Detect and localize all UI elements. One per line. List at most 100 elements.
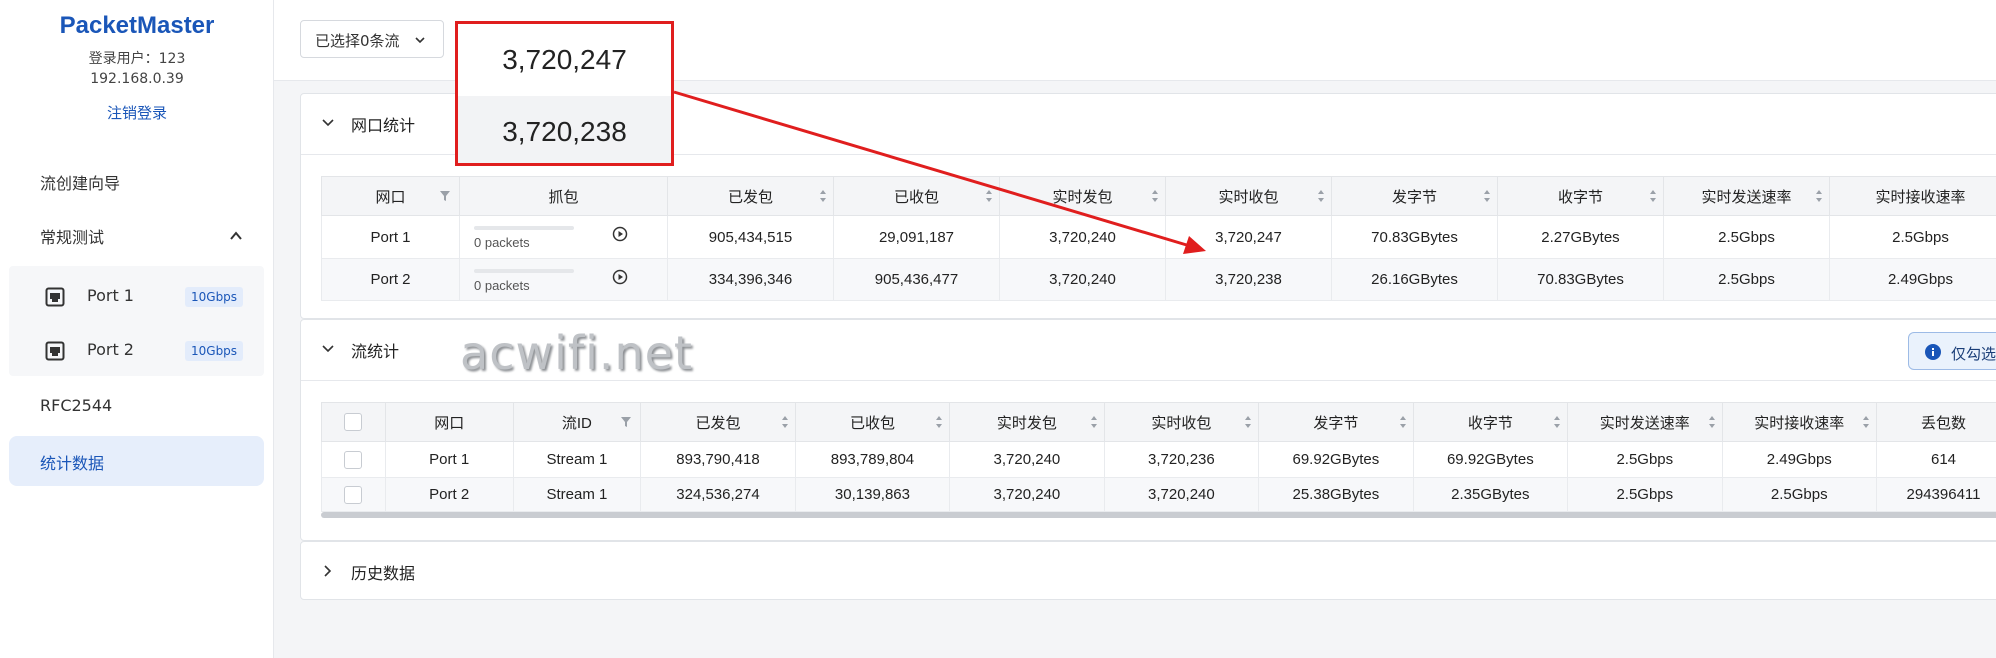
cell-rx-rate: 2.5Gbps [1829, 215, 1996, 259]
cell-rt-sent: 3,720,240 [999, 258, 1166, 301]
column-header-port[interactable]: 网口 [321, 176, 460, 216]
logout-link[interactable]: 注销登录 [0, 102, 274, 123]
column-header-select[interactable] [321, 402, 386, 442]
chevron-down-icon [322, 119, 334, 127]
cell-sent: 905,434,515 [667, 215, 834, 259]
nav-item-wizard[interactable]: 流创建向导 [40, 170, 120, 194]
header-label: 已收包 [893, 188, 939, 206]
flow-select-label: 已选择0条流 [315, 32, 400, 50]
sort-icon[interactable] [1553, 415, 1561, 429]
sort-icon[interactable] [1399, 415, 1407, 429]
cell-sent: 334,396,346 [667, 258, 834, 301]
sort-icon[interactable] [1862, 415, 1870, 429]
cell-sent: 893,790,418 [640, 441, 796, 478]
sort-icon[interactable] [1815, 189, 1823, 203]
filter-icon[interactable] [620, 416, 632, 428]
sort-icon[interactable] [819, 189, 827, 203]
table-row: Port 2 Stream 1 324,536,274 30,139,863 3… [321, 477, 1996, 512]
header-label: 实时接收速率 [1754, 414, 1845, 432]
sort-icon[interactable] [781, 415, 789, 429]
cell-rx-bytes: 2.27GBytes [1497, 215, 1664, 259]
row-checkbox[interactable] [344, 450, 363, 469]
cell-tx-bytes: 26.16GBytes [1331, 258, 1498, 301]
sort-icon[interactable] [1708, 415, 1716, 429]
cell-tx-rate: 2.5Gbps [1663, 215, 1830, 259]
sort-icon[interactable] [935, 415, 943, 429]
column-header-rx-bytes[interactable]: 收字节 [1412, 402, 1569, 442]
header-label: 实时发包 [996, 414, 1057, 432]
history-title: 历史数据 [351, 564, 416, 583]
row-checkbox[interactable] [344, 485, 363, 504]
flow-stats-table: 网口 流ID 已发包 已收包 实时发包 实时收包 发字节 收字节 实时发送速率 … [321, 402, 1996, 512]
play-icon[interactable] [612, 226, 628, 242]
table-row: Port 1 Stream 1 893,790,418 893,789,804 … [321, 441, 1996, 478]
cell-tx-rate: 2.5Gbps [1663, 258, 1830, 301]
column-header-tx-bytes[interactable]: 发字节 [1331, 176, 1498, 216]
table-header-row: 网口 流ID 已发包 已收包 实时发包 实时收包 发字节 收字节 实时发送速率 … [321, 402, 1996, 442]
sort-icon[interactable] [1317, 189, 1325, 203]
nav-item-stats[interactable]: 统计数据 [9, 436, 264, 486]
chevron-right-icon [324, 565, 332, 577]
cell-rx-bytes: 2.35GBytes [1412, 477, 1569, 512]
cell-tx-bytes: 25.38GBytes [1258, 477, 1414, 512]
cell-port: Port 1 [321, 215, 460, 259]
sort-icon[interactable] [1483, 189, 1491, 203]
cell-rx-bytes: 70.83GBytes [1497, 258, 1664, 301]
zoom-value-port-1: 3,720,247 [458, 24, 671, 96]
column-header-rx-bytes[interactable]: 收字节 [1497, 176, 1664, 216]
sort-icon[interactable] [1244, 415, 1252, 429]
sort-icon[interactable] [1151, 189, 1159, 203]
filter-icon[interactable] [439, 190, 451, 202]
column-header-sent[interactable]: 已发包 [640, 402, 796, 442]
capture-count: 0 packets [474, 235, 530, 250]
nav-item-rfc2544[interactable]: RFC2544 [40, 396, 112, 415]
cell-select[interactable] [321, 477, 386, 512]
flow-select-dropdown[interactable]: 已选择0条流 [300, 20, 444, 58]
port-stats-table: 网口 抓包 已发包 已收包 实时发包 实时收包 发字节 收字节 实时发送速率 实… [321, 176, 1996, 301]
column-header-tx-bytes[interactable]: 发字节 [1258, 402, 1414, 442]
nav-group-regular-test[interactable]: 常规测试 [0, 218, 274, 254]
table-header-row: 网口 抓包 已发包 已收包 实时发包 实时收包 发字节 收字节 实时发送速率 实… [321, 176, 1996, 216]
capture-count: 0 packets [474, 278, 530, 293]
sort-icon[interactable] [985, 189, 993, 203]
capture-progress-bar [474, 226, 574, 230]
history-header[interactable]: 历史数据 [301, 542, 1996, 600]
nav-item-port-2[interactable]: Port 2 10Gbps [9, 330, 264, 370]
cell-tx-rate: 2.5Gbps [1567, 441, 1723, 478]
horizontal-scrollbar[interactable] [321, 512, 1996, 518]
cell-recv: 30,139,863 [794, 477, 951, 512]
column-header-stream-id[interactable]: 流ID [512, 402, 642, 442]
header-label: 实时发送速率 [1599, 414, 1690, 432]
column-header-tx-rate[interactable]: 实时发送速率 [1663, 176, 1830, 216]
cell-rx-bytes: 69.92GBytes [1412, 441, 1569, 478]
sort-icon[interactable] [1090, 415, 1098, 429]
column-header-rt-recv[interactable]: 实时收包 [1165, 176, 1332, 216]
column-header-recv[interactable]: 已收包 [794, 402, 951, 442]
header-label: 已发包 [727, 188, 773, 206]
cell-rt-recv: 3,720,236 [1103, 441, 1260, 478]
table-row: Port 2 0 packets 334,396,346 905,436,477… [321, 258, 1996, 301]
cell-stream-id: Stream 1 [512, 477, 642, 512]
column-header-recv[interactable]: 已收包 [833, 176, 1000, 216]
column-header-tx-rate[interactable]: 实时发送速率 [1567, 402, 1723, 442]
sort-icon[interactable] [1649, 189, 1657, 203]
nav-item-port-1[interactable]: Port 1 10Gbps [9, 276, 264, 316]
column-header-rx-rate[interactable]: 实时接收速率 [1829, 176, 1996, 216]
column-header-rt-recv[interactable]: 实时收包 [1103, 402, 1260, 442]
chevron-down-icon [322, 345, 334, 353]
cell-rx-rate: 2.49Gbps [1721, 441, 1878, 478]
speed-badge: 10Gbps [185, 341, 244, 361]
column-header-rx-rate[interactable]: 实时接收速率 [1721, 402, 1878, 442]
cell-stream-id: Stream 1 [512, 441, 642, 478]
select-all-checkbox[interactable] [344, 413, 363, 432]
table-row: Port 1 0 packets 905,434,515 29,091,187 … [321, 215, 1996, 259]
header-label: 发字节 [1391, 188, 1437, 206]
column-header-sent[interactable]: 已发包 [667, 176, 834, 216]
cell-capture: 0 packets [459, 258, 668, 301]
play-icon[interactable] [612, 269, 628, 285]
cell-rt-sent: 3,720,240 [999, 215, 1166, 259]
cell-capture: 0 packets [459, 215, 668, 259]
column-header-rt-sent[interactable]: 实时发包 [999, 176, 1166, 216]
cell-select[interactable] [321, 441, 386, 478]
column-header-rt-sent[interactable]: 实时发包 [949, 402, 1105, 442]
